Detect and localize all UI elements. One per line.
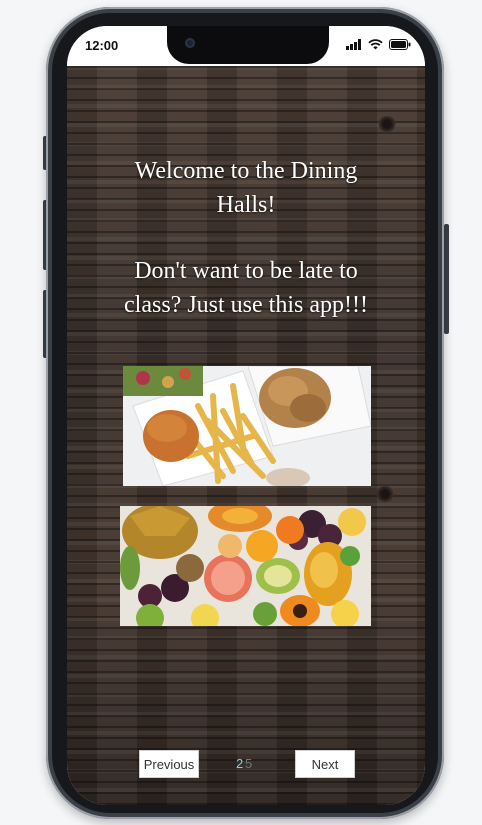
welcome-line-1: Welcome to the Dining bbox=[134, 158, 358, 184]
status-bar: 12:00 bbox=[67, 26, 425, 66]
front-camera bbox=[185, 38, 195, 48]
burger-fries-chicken-photo bbox=[123, 366, 371, 486]
next-label: Next bbox=[311, 756, 339, 772]
welcome-heading: Welcome to the Dining Halls! bbox=[67, 154, 425, 222]
app-content: Welcome to the Dining Halls! Don't want … bbox=[67, 66, 425, 805]
battery-icon bbox=[389, 39, 411, 50]
current-page-number[interactable]: 2 bbox=[236, 756, 243, 771]
power-button bbox=[444, 224, 449, 334]
notch bbox=[167, 26, 329, 64]
total-page-number[interactable]: 5 bbox=[245, 756, 252, 771]
signal-icon bbox=[346, 39, 361, 50]
status-time: 12:00 bbox=[85, 38, 119, 53]
tagline-line-2: class? Just use this app!!! bbox=[124, 292, 368, 318]
tropical-fruit-photo bbox=[120, 506, 371, 626]
phone-screen: 12:00 Welcome to the Dining Halls! Don't… bbox=[67, 26, 425, 805]
wifi-icon bbox=[368, 39, 383, 50]
wood-knot bbox=[375, 486, 395, 502]
next-button[interactable]: Next bbox=[295, 750, 355, 778]
wood-knot bbox=[377, 116, 397, 132]
status-icons bbox=[346, 39, 411, 50]
welcome-line-2: Halls! bbox=[216, 192, 276, 218]
tagline-heading: Don't want to be late to class? Just use… bbox=[67, 254, 425, 322]
tagline-line-1: Don't want to be late to bbox=[134, 258, 358, 284]
previous-button[interactable]: Previous bbox=[139, 750, 199, 778]
previous-label: Previous bbox=[143, 756, 195, 772]
